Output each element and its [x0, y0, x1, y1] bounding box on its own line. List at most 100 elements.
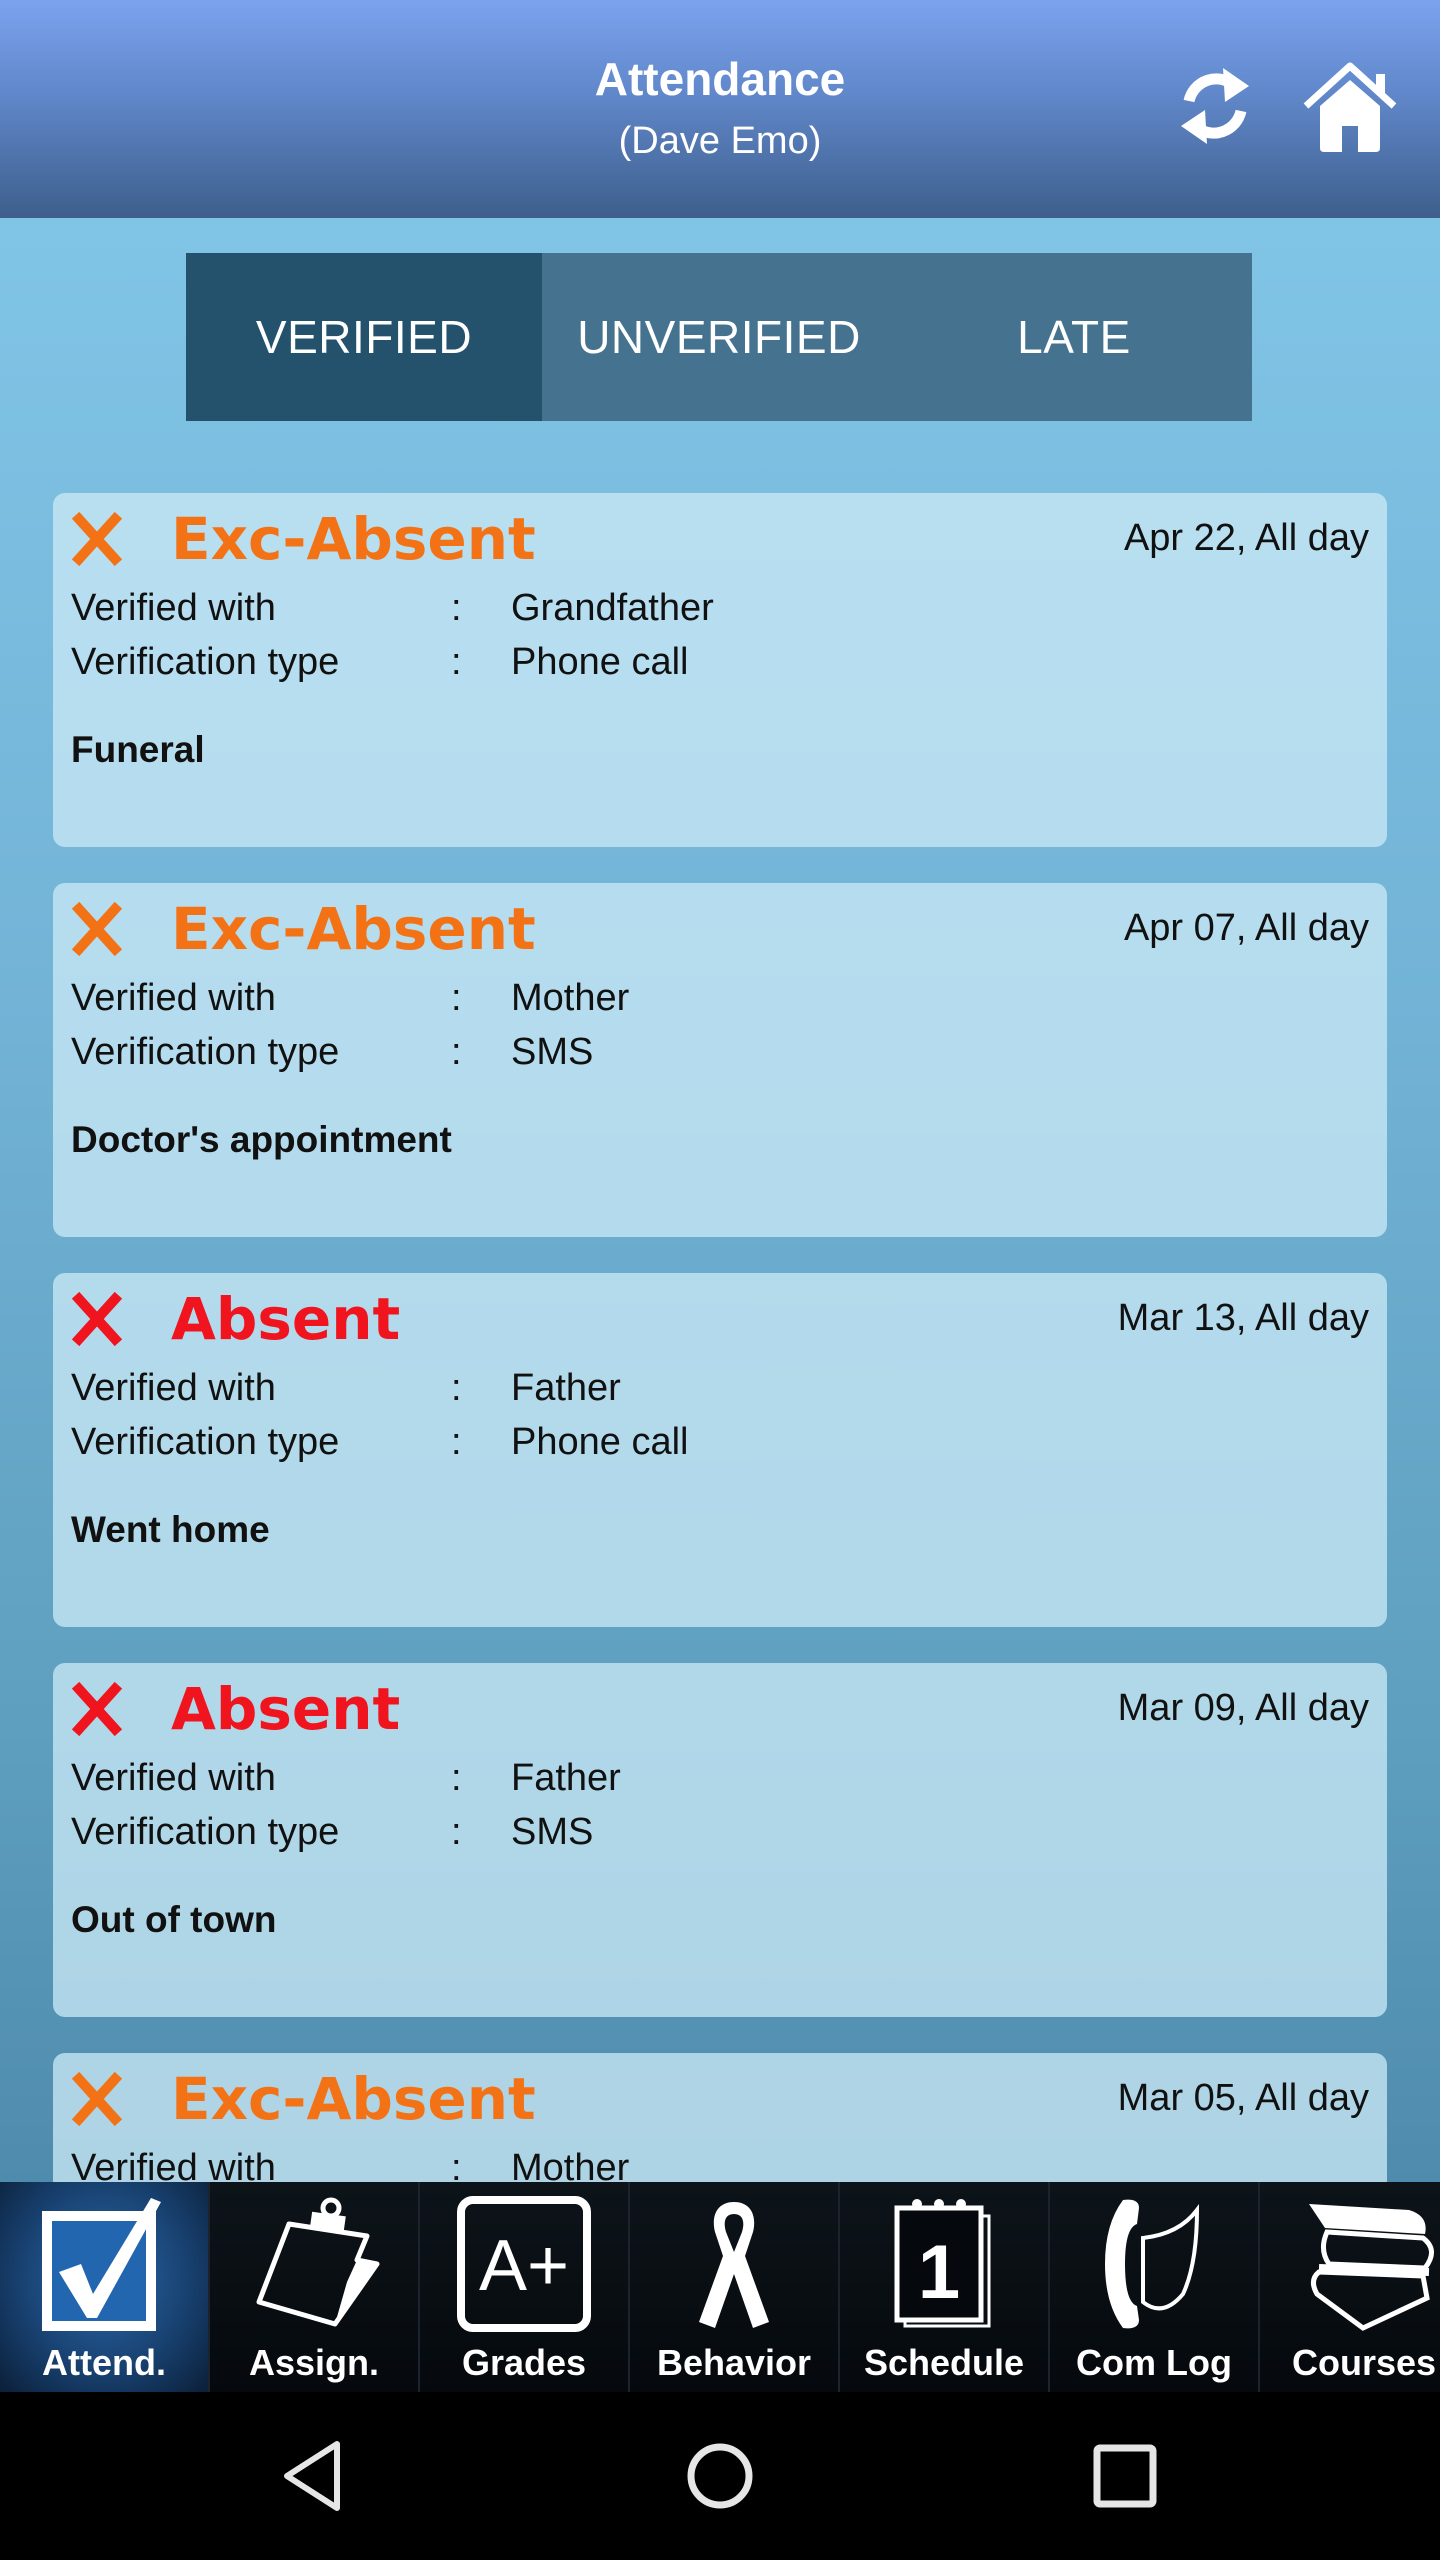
nav-behavior[interactable]: Behavior — [630, 2182, 840, 2392]
home-button[interactable] — [1300, 56, 1400, 156]
nav-assign[interactable]: Assign. — [210, 2182, 420, 2392]
calendar-icon-digit: 1 — [918, 2230, 960, 2315]
separator: : — [451, 1367, 462, 1409]
circle-home-icon — [687, 2443, 753, 2509]
verified-with-value: Mother — [511, 977, 630, 1019]
checkbox-icon — [42, 2198, 161, 2331]
x-mark-icon — [71, 1683, 123, 1735]
verification-type-value: Phone call — [511, 641, 689, 683]
ribbon-icon — [699, 2202, 769, 2328]
verified-with-row: Verified with : Mother — [71, 977, 1371, 1020]
separator: : — [451, 1421, 462, 1463]
nav-attend[interactable]: Attend. — [0, 2182, 210, 2392]
bottom-navigation: Attend. Assign. A+ Grades Behavior 1 Sch… — [0, 2182, 1440, 2392]
absence-reason: Went home — [71, 1509, 270, 1550]
x-mark-icon — [71, 2073, 123, 2125]
attendance-content: VERIFIED UNVERIFIED LATE Exc-Absent Apr … — [0, 218, 1440, 2182]
record-date: Mar 09, All day — [1117, 1687, 1369, 1729]
status-label: Absent — [71, 1285, 400, 1353]
verified-with-value: Father — [511, 1757, 621, 1799]
attendance-record-card[interactable]: Absent Mar 09, All day Verified with : F… — [53, 1663, 1387, 2017]
system-navigation-bar — [0, 2392, 1440, 2560]
separator: : — [451, 641, 462, 683]
nav-schedule[interactable]: 1 Schedule — [840, 2182, 1050, 2392]
system-back-button[interactable] — [275, 2436, 355, 2516]
verified-with-label: Verified with — [71, 977, 276, 1019]
separator: : — [451, 1811, 462, 1853]
x-mark-icon — [71, 513, 123, 565]
record-date: Mar 05, All day — [1117, 2077, 1369, 2119]
separator: : — [451, 2147, 462, 2182]
x-mark-icon — [71, 903, 123, 955]
status-text: Exc-Absent — [171, 505, 536, 573]
verification-type-value: Phone call — [511, 1421, 689, 1463]
calendar-icon: 1 — [894, 2199, 991, 2328]
record-date: Mar 13, All day — [1117, 1297, 1369, 1339]
system-recents-button[interactable] — [1085, 2436, 1165, 2516]
grade-icon-text: A+ — [479, 2226, 569, 2306]
nav-grades[interactable]: A+ Grades — [420, 2182, 630, 2392]
nav-label: Courses — [1291, 2342, 1437, 2383]
verification-type-row: Verification type : Phone call — [71, 1421, 1371, 1464]
app-header: Attendance (Dave Emo) — [0, 0, 1440, 218]
attendance-record-card[interactable]: Absent Mar 13, All day Verified with : F… — [53, 1273, 1387, 1627]
status-text: Absent — [171, 1285, 401, 1353]
status-label: Exc-Absent — [71, 2065, 536, 2133]
verification-type-value: SMS — [511, 1811, 594, 1853]
x-mark-icon — [71, 1293, 123, 1345]
tab-unverified[interactable]: UNVERIFIED — [542, 253, 896, 421]
status-text: Exc-Absent — [171, 895, 536, 963]
verification-type-label: Verification type — [71, 1031, 340, 1073]
nav-label: Schedule — [863, 2342, 1025, 2383]
verified-with-label: Verified with — [71, 1757, 276, 1799]
tab-verified[interactable]: VERIFIED — [186, 253, 542, 421]
verified-with-value: Grandfather — [511, 587, 714, 629]
verified-with-label: Verified with — [71, 1367, 276, 1409]
record-date: Apr 22, All day — [1123, 517, 1369, 559]
clipboard-icon — [256, 2197, 380, 2327]
nav-label: Behavior — [656, 2342, 812, 2383]
nav-label: Attend. — [42, 2342, 166, 2383]
refresh-icon — [1181, 68, 1249, 144]
grade-a-plus-icon: A+ — [457, 2196, 591, 2332]
status-label: Exc-Absent — [71, 505, 536, 573]
nav-com-log[interactable]: Com Log — [1050, 2182, 1260, 2392]
absence-reason: Funeral — [71, 729, 205, 770]
separator: : — [451, 1031, 462, 1073]
nav-label: Grades — [461, 2342, 587, 2383]
verified-with-row: Verified with : Father — [71, 1367, 1371, 1410]
separator: : — [451, 977, 462, 1019]
verification-type-label: Verification type — [71, 1811, 340, 1853]
verified-with-label: Verified with — [71, 2147, 276, 2182]
nav-courses[interactable]: Courses — [1260, 2182, 1440, 2392]
status-text: Absent — [171, 1675, 401, 1743]
system-home-button[interactable] — [680, 2436, 760, 2516]
verified-with-row: Verified with : Father — [71, 1757, 1371, 1800]
recents-icon — [1093, 2444, 1157, 2508]
status-label: Exc-Absent — [71, 895, 536, 963]
back-icon — [284, 2441, 340, 2511]
verification-type-value: SMS — [511, 1031, 594, 1073]
verification-type-row: Verification type : Phone call — [71, 641, 1371, 684]
verified-with-row: Verified with : Mother — [71, 2147, 1371, 2182]
attendance-record-card[interactable]: Exc-Absent Apr 07, All day Verified with… — [53, 883, 1387, 1237]
verified-with-value: Mother — [511, 2147, 630, 2182]
refresh-button[interactable] — [1165, 56, 1265, 156]
attendance-record-card[interactable]: Exc-Absent Apr 22, All day Verified with… — [53, 493, 1387, 847]
verified-with-value: Father — [511, 1367, 621, 1409]
absence-reason: Out of town — [71, 1899, 277, 1940]
books-icon — [1309, 2204, 1434, 2331]
nav-label: Com Log — [1076, 2342, 1232, 2383]
attendance-record-card[interactable]: Exc-Absent Mar 05, All day Verified with… — [53, 2053, 1387, 2182]
tab-late[interactable]: LATE — [896, 253, 1252, 421]
verified-with-label: Verified with — [71, 587, 276, 629]
separator: : — [451, 587, 462, 629]
status-text: Exc-Absent — [171, 2065, 536, 2133]
verification-type-row: Verification type : SMS — [71, 1031, 1371, 1074]
home-icon — [1303, 62, 1397, 152]
verification-type-row: Verification type : SMS — [71, 1811, 1371, 1854]
status-label: Absent — [71, 1675, 400, 1743]
record-date: Apr 07, All day — [1123, 907, 1369, 949]
verification-type-label: Verification type — [71, 1421, 340, 1463]
attendance-tabs: VERIFIED UNVERIFIED LATE — [186, 253, 1252, 421]
